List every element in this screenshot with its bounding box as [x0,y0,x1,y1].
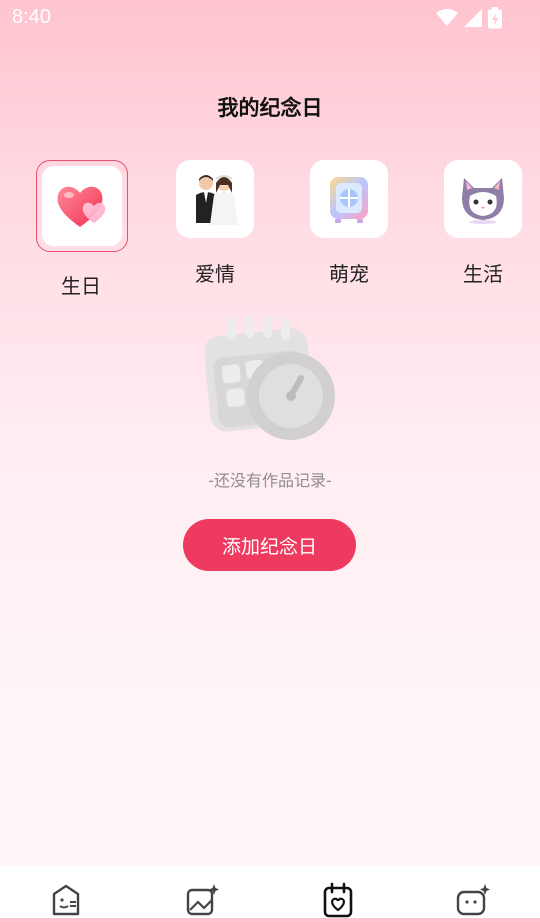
category-label: 生日 [61,274,101,298]
calendar-heart-icon [323,882,353,918]
category-label: 生活 [463,262,503,286]
category-icon-box [176,160,254,238]
chat-sparkle-icon [456,884,490,916]
category-icon-box [42,166,122,246]
category-icon-box [310,160,388,238]
wedding-couple-icon [196,175,238,225]
image-sparkle-icon [186,884,219,916]
category-label: 萌宠 [329,262,369,286]
nav-tab-gallery[interactable] [184,882,220,918]
empty-state-text: -还没有作品记录- [208,471,332,490]
nav-tab-home[interactable] [48,882,84,918]
face-card-icon [52,884,80,916]
cellular-signal-icon [464,9,482,27]
category-icon-box [444,160,522,238]
battery-charging-icon [488,7,502,29]
pet-carrier-icon [330,177,368,223]
status-bar: 8:40 [0,0,540,36]
calendar-clock-icon [205,316,335,440]
heart-icon [57,186,106,227]
nav-tab-chat[interactable] [454,882,490,918]
status-time: 8:40 [12,6,51,28]
add-anniversary-button[interactable]: 添加纪念日 [183,519,356,571]
page-title: 我的纪念日 [217,96,323,120]
status-icons [436,7,502,29]
category-selected-frame [36,160,128,252]
category-love[interactable]: 爱情 [170,160,260,287]
bottom-nav [0,866,540,918]
wifi-icon [436,9,458,26]
category-birthday[interactable]: 生日 [36,160,128,299]
category-pet[interactable]: 萌宠 [304,160,394,287]
category-label: 爱情 [195,262,235,286]
category-life[interactable]: 生活 [438,160,528,287]
cat-icon [462,178,504,224]
nav-tab-anniversary[interactable] [320,882,356,918]
